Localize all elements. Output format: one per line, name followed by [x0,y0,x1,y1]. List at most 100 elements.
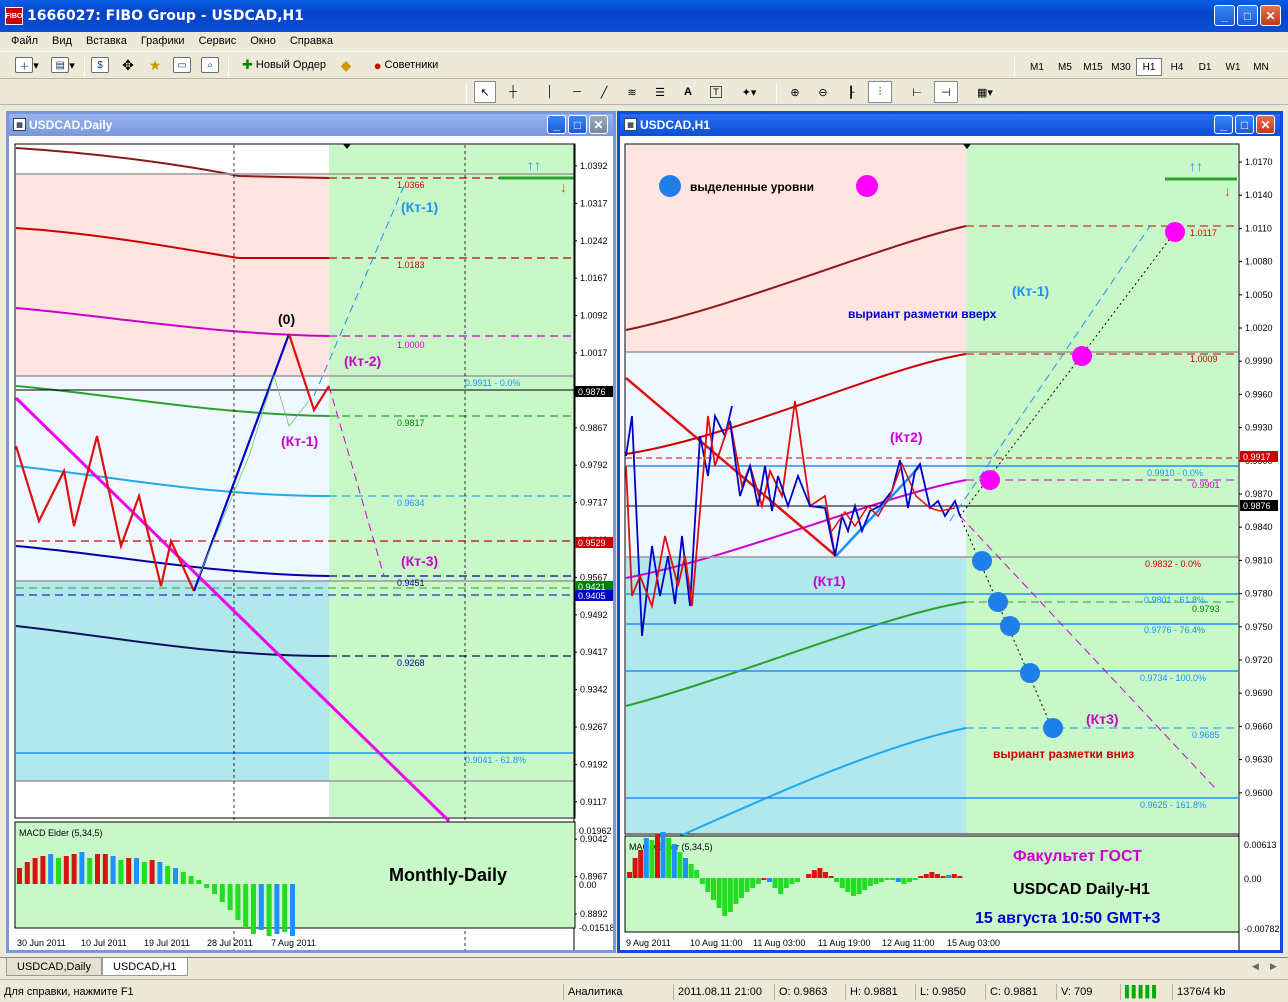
minimize-button[interactable]: _ [1214,5,1235,26]
crosshair-tool[interactable]: ┼ [502,81,524,103]
h1-price-marker: 0.9876 [1243,501,1271,511]
timeframe-m15[interactable]: M15 [1080,58,1106,76]
crosshair-cursor-icon: ┼ [509,86,517,98]
new-order-button[interactable]: ✚ Новый Ордер [236,54,332,76]
status-volume: V: 709 [1056,984,1092,1000]
menu-insert[interactable]: Вставка [79,35,134,47]
candles-button[interactable]: ⫶ [868,81,892,103]
chart-shift-button[interactable]: ⊣ [934,81,958,103]
horizontal-line-tool[interactable]: ─ [567,81,587,103]
arrows-tool[interactable]: ✦▾ [734,81,764,103]
timeframe-m5[interactable]: M5 [1052,58,1078,76]
h1-price-axis-label: 1.0080 [1245,257,1273,267]
daily-price-axis-label: 0.9717 [580,498,608,508]
menu-file[interactable]: Файл [4,35,45,47]
daily-indicator-axis-zero: 0.00 [579,880,597,890]
tab-usdcad-h1[interactable]: USDCAD,H1 [101,958,188,976]
menu-view[interactable]: Вид [45,35,79,47]
daily-date-label: 10 Jul 2011 [81,938,127,948]
maximize-button[interactable]: □ [1237,5,1258,26]
text-tool[interactable]: A [678,81,698,103]
tabs-scroll-right-icon[interactable]: ▶ [1270,961,1277,972]
timeframe-m30[interactable]: M30 [1108,58,1134,76]
templates-button[interactable]: ▦▾ [970,81,1000,103]
favorites-button[interactable]: ★ [145,54,165,76]
h1-annotation-variant-down: выриант разметки вниз [993,747,1134,761]
h1-level-label: 0.9901 [1192,480,1220,490]
daily-panel-label: Monthly-Daily [389,865,507,885]
h1-macd-bar [761,878,767,880]
timeframe-d1[interactable]: D1 [1192,58,1218,76]
navigator-button[interactable]: ✥ [118,54,138,76]
menu-window[interactable]: Окно [243,35,283,47]
close-button[interactable]: ✕ [1260,5,1281,26]
daily-chart-window[interactable]: ▦ USDCAD,Daily _ □ ✕ ↑↑ ↓ 1.0392 1.0317 … [6,111,616,953]
cursor-tool[interactable]: ↖ [474,81,496,103]
daily-close-button[interactable]: ✕ [589,115,608,134]
menu-tools[interactable]: Сервис [192,35,244,47]
h1-close-button[interactable]: ✕ [1256,115,1275,134]
h1-macd-bar [716,878,722,908]
daily-macd-bar [95,854,100,884]
daily-indicator-name: MACD Elder (5,34,5) [19,828,103,838]
zoom-out-button[interactable]: ⊖ [812,81,834,103]
alert-button[interactable]: ◆ [336,54,356,76]
market-watch-button[interactable]: $ [90,54,110,76]
daily-indicator-axis-bottom: -0.01518 [579,923,613,933]
advisors-button[interactable]: ● Советники [364,54,448,76]
status-help: Для справки, нажмите F1 [4,986,134,998]
menu-charts[interactable]: Графики [134,35,192,47]
h1-macd-bar [873,878,879,884]
profiles-button[interactable]: ▤ ▾ [48,54,78,76]
timeframe-mn[interactable]: MN [1248,58,1274,76]
new-chart-button[interactable]: ＋ ▾ [12,54,42,76]
zoom-out-icon: ⊖ [818,86,828,99]
autoscroll-button[interactable]: ⊢ [906,81,928,103]
h1-macd-bar [856,878,862,894]
h1-chart-window[interactable]: ▦ USDCAD,H1 _ □ ✕ выделенные уровни ↑↑ ↓… [617,111,1283,953]
timeframe-w1[interactable]: W1 [1220,58,1246,76]
h1-annotation-kt1-up: (Кт-1) [1012,283,1049,299]
h1-macd-bar [683,858,688,878]
tester-button[interactable]: ⌕ [200,54,220,76]
channel-tool[interactable]: ≋ [622,81,642,103]
timeframe-h4[interactable]: H4 [1164,58,1190,76]
menu-help[interactable]: Справка [283,35,340,47]
vertical-line-tool[interactable]: │ [540,81,560,103]
h1-macd-bar [627,872,632,878]
h1-window-title: USDCAD,H1 [640,118,711,132]
bar-chart-button[interactable]: ┠ [840,81,862,103]
h1-macd-bar [750,878,756,888]
tab-usdcad-daily[interactable]: USDCAD,Daily [6,958,102,976]
tabs-scroll-left-icon[interactable]: ◀ [1252,961,1259,972]
daily-minimize-button[interactable]: _ [547,115,566,134]
timeframe-m1[interactable]: M1 [1024,58,1050,76]
trendline-tool[interactable]: ╱ [594,81,614,103]
h1-macd-bar [699,878,705,884]
h1-minimize-button[interactable]: _ [1214,115,1233,134]
h1-level-marker [980,470,1000,490]
daily-date-label: 30 Jun 2011 [17,938,66,948]
daily-macd-bar [258,884,264,930]
h1-macd-bar [638,850,644,878]
h1-level-label: 1.0009 [1190,354,1218,364]
terminal-button[interactable]: ▭ [172,54,192,76]
h1-maximize-button[interactable]: □ [1235,115,1254,134]
h1-date-label: 12 Aug 11:00 [882,938,934,948]
daily-maximize-button[interactable]: □ [568,115,587,134]
market-watch-icon: $ [91,57,109,73]
h1-macd-bar [823,872,828,878]
h1-macd-bar [789,878,795,884]
daily-annotation-kt1: (Кт-1) [281,433,318,449]
daily-macd-bar [212,884,217,894]
fibo-tool[interactable]: ☰ [650,81,670,103]
daily-price-marker: 0.9405 [578,591,606,601]
daily-price-axis-label: 0.9342 [580,685,608,695]
h1-date-label: 10 Aug 11:00 [690,938,742,948]
daily-price-marker: 0.9876 [578,387,606,397]
label-tool[interactable]: T [706,81,726,103]
zoom-in-button[interactable]: ⊕ [784,81,806,103]
chart-tabs: USDCAD,Daily USDCAD,H1 ◀ ▶ [0,957,1288,977]
timeframe-h1[interactable]: H1 [1136,58,1162,76]
app-logo-icon: FIBO [5,7,23,25]
